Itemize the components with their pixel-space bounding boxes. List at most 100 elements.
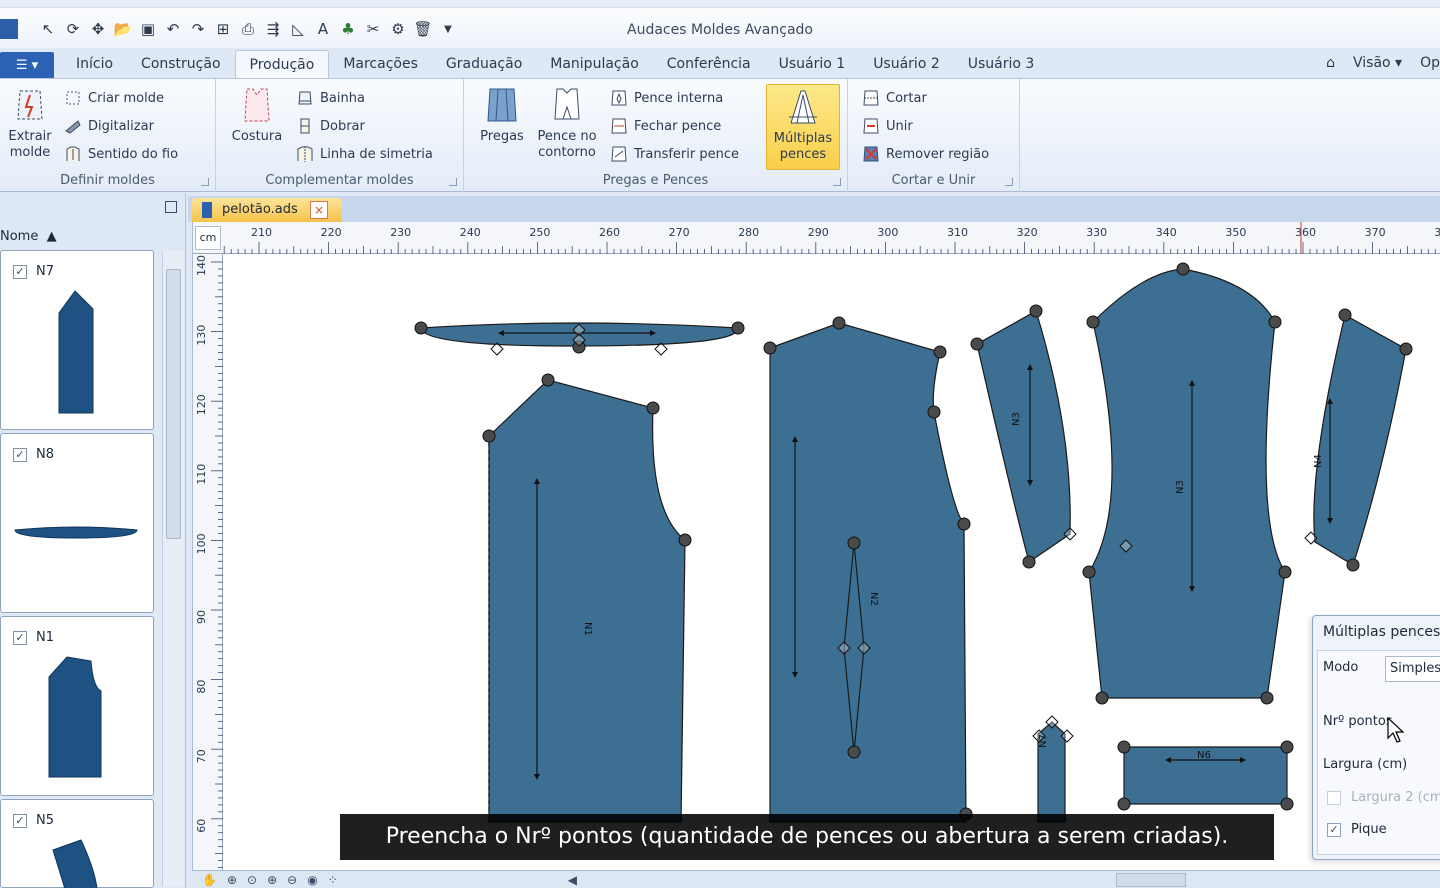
control-point[interactable]	[927, 405, 941, 419]
control-point[interactable]	[414, 321, 428, 335]
piece-n2[interactable]	[769, 322, 967, 823]
pence-no-contorno-button[interactable]: Pence no contorno	[534, 85, 600, 161]
criar-molde-button[interactable]: Criar molde	[64, 87, 164, 109]
pieces-scrollbar[interactable]	[162, 251, 184, 886]
tab-construcao[interactable]: Construção	[127, 50, 234, 78]
document-tab-name: pelotão.ads	[222, 202, 298, 217]
control-point[interactable]	[1399, 342, 1413, 356]
definir-moldes-launcher-icon[interactable]	[201, 178, 209, 186]
zoom-icon[interactable]: ⊕	[227, 873, 237, 887]
control-point[interactable]	[646, 401, 660, 415]
piece-card-n1[interactable]: ✓ N1	[0, 616, 154, 796]
piece-card-n5[interactable]: ✓ N5	[0, 799, 154, 888]
control-point[interactable]	[970, 337, 984, 351]
op-menu[interactable]: Op	[1420, 55, 1440, 71]
pregas-button[interactable]: Pregas	[476, 85, 528, 145]
digitalizar-button[interactable]: Digitalizar	[64, 115, 154, 137]
largura2-checkbox[interactable]	[1327, 791, 1341, 805]
control-point[interactable]	[847, 745, 861, 759]
control-point[interactable]	[1082, 565, 1096, 579]
control-point[interactable]	[1268, 315, 1282, 329]
control-point[interactable]	[1117, 797, 1131, 811]
control-point[interactable]	[763, 341, 777, 355]
linha-de-simetria-icon	[297, 146, 313, 162]
tab-graduacao[interactable]: Graduação	[432, 50, 536, 78]
tab-usuario-2[interactable]: Usuário 2	[859, 50, 954, 78]
multiplas-pences-button[interactable]: Múltiplas pences	[766, 84, 840, 170]
unit-selector[interactable]: cm	[195, 226, 221, 250]
control-point[interactable]	[1338, 308, 1352, 322]
zoom-in-icon[interactable]: ⊕	[267, 873, 277, 887]
control-point[interactable]	[1280, 797, 1294, 811]
control-point[interactable]	[1176, 262, 1190, 276]
tab-conferencia[interactable]: Conferência	[653, 50, 765, 78]
piece-card-n7[interactable]: ✓ N7	[0, 250, 154, 430]
control-point[interactable]	[678, 533, 692, 547]
ruler-tick-label: 270	[669, 226, 690, 239]
horizontal-scroll-thumb[interactable]	[1116, 873, 1186, 887]
cortar-e-unir-launcher-icon[interactable]	[1005, 178, 1013, 186]
definir-moldes-label: Definir moldes	[60, 173, 155, 188]
close-tab-icon[interactable]: ×	[310, 201, 328, 219]
fechar-pence-button[interactable]: Fechar pence	[610, 115, 721, 137]
remover-regiao-button[interactable]: Remover região	[862, 143, 989, 165]
zoom-fit-icon[interactable]: ⊙	[247, 873, 257, 887]
tab-marcacoes[interactable]: Marcações	[329, 50, 432, 78]
piece-card-n8[interactable]: ✓ N8	[0, 433, 154, 613]
piece-n4[interactable]	[1088, 268, 1286, 699]
visao-menu[interactable]: Visão ▾	[1353, 55, 1402, 71]
piece-n1[interactable]	[488, 379, 686, 823]
drawing-canvas[interactable]: N1 N2 N3 N3 N4 N7 N6 210 220 230 240 250 260 270 280 2…	[192, 222, 1440, 875]
control-point[interactable]	[1117, 740, 1131, 754]
control-point[interactable]	[1260, 691, 1274, 705]
zoom-out-icon[interactable]: ⊖	[287, 873, 297, 887]
pattern-drawing[interactable]: N1 N2 N3 N3 N4 N7 N6	[193, 222, 1440, 870]
control-point[interactable]	[832, 316, 846, 330]
points-icon[interactable]: ⁘	[328, 873, 338, 887]
pan-icon[interactable]: ✋	[202, 873, 217, 887]
control-point[interactable]	[1022, 555, 1036, 569]
pieces-scroll-thumb[interactable]	[166, 269, 181, 539]
tab-usuario-1[interactable]: Usuário 1	[765, 50, 860, 78]
control-point[interactable]	[482, 429, 496, 443]
extrair-molde-button[interactable]: Extrair molde	[4, 85, 56, 161]
largura2-label: Largura 2 (cm	[1351, 790, 1440, 805]
control-point[interactable]	[1278, 565, 1292, 579]
panel-pin-icon[interactable]	[165, 201, 177, 213]
modo-select[interactable]: Simples (	[1385, 656, 1440, 682]
document-tab[interactable]: pelotão.ads ×	[192, 198, 342, 222]
tab-manipulacao[interactable]: Manipulação	[536, 50, 653, 78]
tab-inicio[interactable]: Início	[62, 50, 127, 78]
control-point[interactable]	[1029, 304, 1043, 318]
complementar-moldes-launcher-icon[interactable]	[449, 178, 457, 186]
pique-checkbox[interactable]: ✓	[1327, 823, 1341, 837]
control-point[interactable]	[1346, 558, 1360, 572]
nav-left-icon[interactable]: ◀	[568, 873, 577, 887]
pregas-e-pences-launcher-icon[interactable]	[833, 178, 841, 186]
linha-de-simetria-button[interactable]: Linha de simetria	[296, 143, 433, 165]
file-menu-button[interactable]: ☰ ▾	[0, 52, 54, 78]
piece-n5[interactable]	[1313, 314, 1407, 566]
control-point[interactable]	[1280, 740, 1294, 754]
sort-by-name-header[interactable]: Nome ▲	[0, 229, 57, 244]
unir-button[interactable]: Unir	[862, 115, 913, 137]
zoom-all-icon[interactable]: ◉	[307, 873, 317, 887]
control-point[interactable]	[933, 345, 947, 359]
piece-n3[interactable]	[976, 310, 1071, 563]
sentido-do-fio-button[interactable]: Sentido do fio	[64, 143, 178, 165]
cortar-button[interactable]: Cortar	[862, 87, 927, 109]
minimize-ribbon-icon[interactable]: ⌂	[1326, 55, 1335, 71]
tab-usuario-3[interactable]: Usuário 3	[954, 50, 1049, 78]
costura-button[interactable]: Costura	[228, 85, 286, 145]
control-point[interactable]	[731, 321, 745, 335]
dobrar-button[interactable]: Dobrar	[296, 115, 365, 137]
control-point[interactable]	[1086, 315, 1100, 329]
control-point[interactable]	[1095, 691, 1109, 705]
transferir-pence-button[interactable]: Transferir pence	[610, 143, 739, 165]
control-point[interactable]	[541, 373, 555, 387]
bainha-button[interactable]: Bainha	[296, 87, 365, 109]
tab-producao[interactable]: Produção	[234, 50, 330, 78]
pence-interna-button[interactable]: Pence interna	[610, 87, 723, 109]
control-point[interactable]	[847, 536, 861, 550]
control-point[interactable]	[957, 517, 971, 531]
